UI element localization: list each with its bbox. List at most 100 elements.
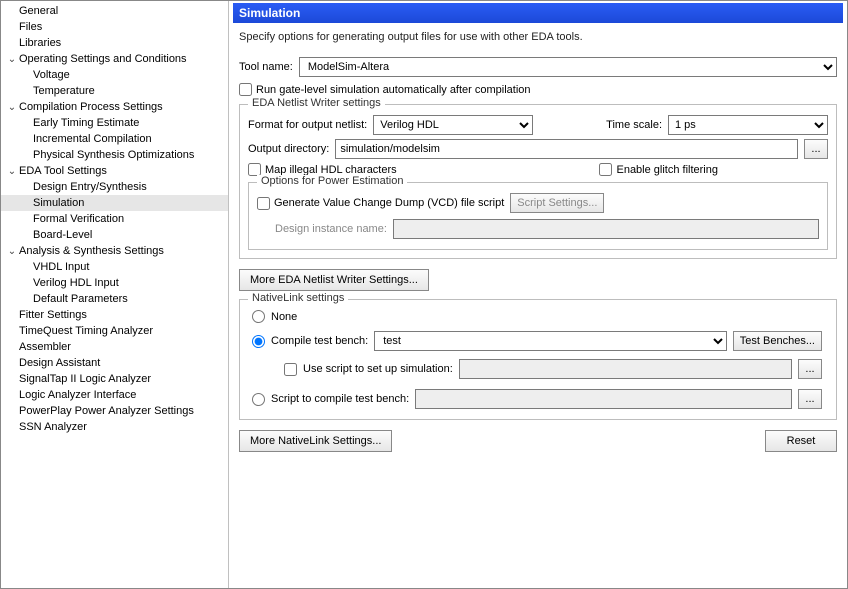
tree-item-voltage[interactable]: Voltage xyxy=(1,67,228,83)
generate-vcd-input[interactable] xyxy=(257,197,270,210)
format-netlist-label: Format for output netlist: xyxy=(248,119,367,131)
tree-item-files[interactable]: Files xyxy=(1,19,228,35)
tree-item-label: Default Parameters xyxy=(33,293,128,305)
tree-item-powerplay-power-analyzer-settings[interactable]: PowerPlay Power Analyzer Settings xyxy=(1,403,228,419)
compile-test-bench-label: Compile test bench: xyxy=(271,335,368,347)
tree-item-signaltap-ii-logic-analyzer[interactable]: SignalTap II Logic Analyzer xyxy=(1,371,228,387)
tree-item-label: Early Timing Estimate xyxy=(33,117,139,129)
script-compile-tb-label: Script to compile test bench: xyxy=(271,393,409,405)
panel-title: Simulation xyxy=(233,3,843,23)
use-script-browse-button[interactable]: ... xyxy=(798,359,822,379)
format-netlist-select[interactable]: Verilog HDL xyxy=(373,115,533,135)
tree-item-label: EDA Tool Settings xyxy=(19,165,107,177)
enable-glitch-label: Enable glitch filtering xyxy=(616,164,718,176)
test-benches-button[interactable]: Test Benches... xyxy=(733,331,822,351)
run-gate-level-input[interactable] xyxy=(239,83,252,96)
tree-item-label: Operating Settings and Conditions xyxy=(19,53,187,65)
tree-item-eda-tool-settings[interactable]: ⌄EDA Tool Settings xyxy=(1,163,228,179)
output-dir-browse-button[interactable]: ... xyxy=(804,139,828,159)
expand-icon[interactable]: ⌄ xyxy=(5,246,19,257)
tree-item-temperature[interactable]: Temperature xyxy=(1,83,228,99)
output-dir-input[interactable] xyxy=(335,139,798,159)
more-nativelink-settings-button[interactable]: More NativeLink Settings... xyxy=(239,430,392,452)
tree-item-label: Design Assistant xyxy=(19,357,100,369)
run-gate-level-checkbox[interactable]: Run gate-level simulation automatically … xyxy=(233,81,843,98)
settings-main-panel: Simulation Specify options for generatin… xyxy=(229,1,847,588)
tool-name-label: Tool name: xyxy=(239,61,293,73)
tree-item-label: Verilog HDL Input xyxy=(33,277,119,289)
tree-item-design-entry-synthesis[interactable]: Design Entry/Synthesis xyxy=(1,179,228,195)
expand-icon[interactable]: ⌄ xyxy=(5,54,19,65)
use-script-path-input xyxy=(459,359,792,379)
tree-item-label: PowerPlay Power Analyzer Settings xyxy=(19,405,194,417)
tree-item-label: Temperature xyxy=(33,85,95,97)
compile-test-bench-input[interactable] xyxy=(252,335,265,348)
more-eda-netlist-settings-button[interactable]: More EDA Netlist Writer Settings... xyxy=(239,269,429,291)
reset-button[interactable]: Reset xyxy=(765,430,837,452)
tree-item-incremental-compilation[interactable]: Incremental Compilation xyxy=(1,131,228,147)
script-compile-tb-path-input xyxy=(415,389,792,409)
enable-glitch-input[interactable] xyxy=(599,163,612,176)
generate-vcd-checkbox[interactable]: Generate Value Change Dump (VCD) file sc… xyxy=(257,197,504,210)
tree-item-ssn-analyzer[interactable]: SSN Analyzer xyxy=(1,419,228,435)
timescale-select[interactable]: 1 ps xyxy=(668,115,828,135)
nativelink-title: NativeLink settings xyxy=(248,292,348,304)
tree-item-physical-synthesis-optimizations[interactable]: Physical Synthesis Optimizations xyxy=(1,147,228,163)
tree-item-label: SignalTap II Logic Analyzer xyxy=(19,373,151,385)
expand-icon[interactable]: ⌄ xyxy=(5,166,19,177)
tree-item-analysis-synthesis-settings[interactable]: ⌄Analysis & Synthesis Settings xyxy=(1,243,228,259)
tree-item-label: Files xyxy=(19,21,42,33)
tree-item-label: Voltage xyxy=(33,69,70,81)
tree-item-default-parameters[interactable]: Default Parameters xyxy=(1,291,228,307)
tree-item-board-level[interactable]: Board-Level xyxy=(1,227,228,243)
tool-name-select[interactable]: ModelSim-Altera xyxy=(299,57,837,77)
eda-netlist-writer-group: EDA Netlist Writer settings Format for o… xyxy=(239,104,837,259)
tree-item-verilog-hdl-input[interactable]: Verilog HDL Input xyxy=(1,275,228,291)
panel-description: Specify options for generating output fi… xyxy=(233,23,843,53)
tree-item-label: Incremental Compilation xyxy=(33,133,152,145)
use-script-input[interactable] xyxy=(284,363,297,376)
power-estimation-title: Options for Power Estimation xyxy=(257,175,407,187)
timescale-label: Time scale: xyxy=(606,119,662,131)
tree-item-label: SSN Analyzer xyxy=(19,421,87,433)
tree-item-design-assistant[interactable]: Design Assistant xyxy=(1,355,228,371)
nativelink-none-radio[interactable]: None xyxy=(248,308,828,325)
nativelink-none-input[interactable] xyxy=(252,310,265,323)
script-compile-tb-browse-button[interactable]: ... xyxy=(798,389,822,409)
output-dir-label: Output directory: xyxy=(248,143,329,155)
tree-item-label: Physical Synthesis Optimizations xyxy=(33,149,194,161)
tree-item-label: Board-Level xyxy=(33,229,92,241)
tree-item-formal-verification[interactable]: Formal Verification xyxy=(1,211,228,227)
power-estimation-group: Options for Power Estimation Generate Va… xyxy=(248,182,828,250)
tree-item-label: VHDL Input xyxy=(33,261,89,273)
tree-item-early-timing-estimate[interactable]: Early Timing Estimate xyxy=(1,115,228,131)
tree-item-label: TimeQuest Timing Analyzer xyxy=(19,325,153,337)
tree-item-assembler[interactable]: Assembler xyxy=(1,339,228,355)
tree-item-label: Analysis & Synthesis Settings xyxy=(19,245,164,257)
tree-item-label: Compilation Process Settings xyxy=(19,101,163,113)
compile-test-bench-select[interactable]: test xyxy=(374,331,727,351)
tree-item-simulation[interactable]: Simulation xyxy=(1,195,228,211)
tree-item-logic-analyzer-interface[interactable]: Logic Analyzer Interface xyxy=(1,387,228,403)
tree-item-label: Assembler xyxy=(19,341,71,353)
tree-item-vhdl-input[interactable]: VHDL Input xyxy=(1,259,228,275)
tree-item-timequest-timing-analyzer[interactable]: TimeQuest Timing Analyzer xyxy=(1,323,228,339)
tree-item-label: Formal Verification xyxy=(33,213,124,225)
tree-item-libraries[interactable]: Libraries xyxy=(1,35,228,51)
script-compile-tb-input[interactable] xyxy=(252,393,265,406)
settings-category-tree[interactable]: GeneralFilesLibraries⌄Operating Settings… xyxy=(1,1,229,588)
tree-item-compilation-process-settings[interactable]: ⌄Compilation Process Settings xyxy=(1,99,228,115)
tree-item-general[interactable]: General xyxy=(1,3,228,19)
generate-vcd-label: Generate Value Change Dump (VCD) file sc… xyxy=(274,197,504,209)
eda-netlist-writer-title: EDA Netlist Writer settings xyxy=(248,97,385,109)
script-settings-button[interactable]: Script Settings... xyxy=(510,193,604,213)
enable-glitch-checkbox[interactable]: Enable glitch filtering xyxy=(599,163,718,176)
tree-item-operating-settings-and-conditions[interactable]: ⌄Operating Settings and Conditions xyxy=(1,51,228,67)
tree-item-label: Logic Analyzer Interface xyxy=(19,389,136,401)
tree-item-fitter-settings[interactable]: Fitter Settings xyxy=(1,307,228,323)
map-illegal-label: Map illegal HDL characters xyxy=(265,164,397,176)
expand-icon[interactable]: ⌄ xyxy=(5,102,19,113)
design-instance-input xyxy=(393,219,819,239)
tree-item-label: Design Entry/Synthesis xyxy=(33,181,147,193)
run-gate-level-label: Run gate-level simulation automatically … xyxy=(256,84,531,96)
